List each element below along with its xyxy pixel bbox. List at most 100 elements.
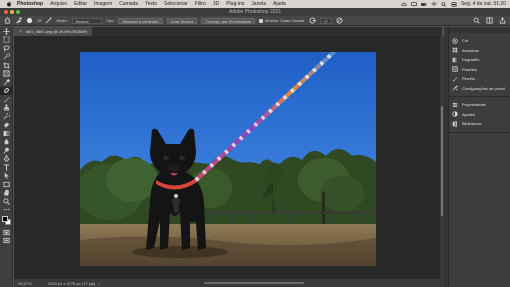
brushes-icon <box>452 76 458 82</box>
panel-group-1: Cor Amostras Degradês Padrões Pincéis Co… <box>449 33 510 97</box>
zoom-window-button[interactable] <box>16 10 20 14</box>
share-icon[interactable] <box>499 17 506 24</box>
mode-select[interactable]: Normal <box>71 17 102 24</box>
panel-swatches[interactable]: Amostras <box>449 46 510 56</box>
apple-logo-icon[interactable] <box>6 1 12 7</box>
menu-camada[interactable]: Camada <box>119 1 138 7</box>
menu-plugins[interactable]: Plug-ins <box>226 1 244 7</box>
tool-dodge[interactable] <box>0 146 13 155</box>
screen-mode-icon <box>3 238 10 244</box>
angle-field[interactable]: 0° <box>320 17 333 24</box>
sample-all-layers-checkbox[interactable] <box>258 18 263 23</box>
tool-lasso[interactable] <box>0 44 13 53</box>
tool-crop[interactable] <box>0 61 13 70</box>
tool-rectangle[interactable] <box>0 180 13 189</box>
pressure-size-icon[interactable] <box>336 17 343 24</box>
menu-filtro[interactable]: Filtro <box>195 1 206 7</box>
document-image[interactable] <box>80 52 376 266</box>
menu-janela[interactable]: Janela <box>251 1 266 7</box>
close-tab-icon[interactable]: × <box>19 29 22 35</box>
tool-eyedropper[interactable] <box>0 78 13 87</box>
menu-3d[interactable]: 3D <box>213 1 219 7</box>
panel-brush-settings[interactable]: Configurações de pincel <box>449 84 510 94</box>
tool-screen-mode[interactable] <box>0 237 13 246</box>
panel-adjustments[interactable]: Ajustes <box>449 110 510 120</box>
sample-all-layers-toggle[interactable]: Mostrar Todas Camad. <box>258 18 305 23</box>
status-info-arrow-icon[interactable]: › <box>98 281 99 286</box>
tool-gradient[interactable] <box>0 129 13 138</box>
tool-hand[interactable] <box>0 189 13 198</box>
tool-more[interactable] <box>0 206 13 215</box>
tool-history-brush[interactable] <box>0 112 13 121</box>
proximity-match-button[interactable]: Corresp. por Proximidade <box>201 17 255 24</box>
blur-icon <box>4 138 9 145</box>
type-icon <box>3 164 10 171</box>
tool-type[interactable] <box>0 163 13 172</box>
home-icon[interactable] <box>4 17 11 24</box>
tool-clone-stamp[interactable] <box>0 104 13 113</box>
panel-brushes[interactable]: Pincéis <box>449 74 510 84</box>
foreground-color-swatch[interactable] <box>2 216 8 222</box>
spotlight-search-icon[interactable] <box>441 1 447 7</box>
content-aware-button[interactable]: Sensível a conteúdo <box>118 17 163 24</box>
pen-icon <box>3 155 10 163</box>
create-texture-button[interactable]: Criar Textura <box>166 17 198 24</box>
minimize-window-button[interactable] <box>10 10 14 14</box>
type-label: Tipo: <box>105 18 115 23</box>
tool-quick-mask[interactable] <box>0 228 13 237</box>
adjustments-icon <box>452 111 458 117</box>
search-icon[interactable] <box>473 17 480 24</box>
battery-icon[interactable] <box>420 2 427 7</box>
quick-selection-icon <box>3 53 10 60</box>
window-controls <box>4 10 20 14</box>
menu-texto[interactable]: Texto <box>145 1 157 7</box>
tool-marquee[interactable] <box>0 36 13 45</box>
creative-cloud-icon[interactable] <box>401 2 407 7</box>
spot-healing-brush-icon[interactable] <box>15 17 22 24</box>
tool-blur[interactable] <box>0 138 13 147</box>
panel-properties[interactable]: Propriedades <box>449 100 510 110</box>
horizontal-scroll-thumb[interactable] <box>204 282 304 284</box>
app-menu-name[interactable]: Photoshop <box>17 1 43 7</box>
angle-icon <box>309 17 316 24</box>
menu-editar[interactable]: Editar <box>74 1 87 7</box>
menu-arquivo[interactable]: Arquivo <box>50 1 67 7</box>
zoom-level[interactable]: 29,47% <box>18 281 38 286</box>
close-window-button[interactable] <box>4 10 8 14</box>
right-panels: Cor Amostras Degradês Padrões Pincéis Co… <box>448 27 510 287</box>
tool-zoom[interactable] <box>0 197 13 206</box>
document-tab[interactable]: × IMG_0601.png @ 29,5% (RGB/8*) <box>14 27 93 36</box>
tool-frame[interactable] <box>0 70 13 79</box>
tool-quick-selection[interactable] <box>0 53 13 62</box>
workspace-icon[interactable] <box>486 17 493 24</box>
panel-color[interactable]: Cor <box>449 36 510 46</box>
menu-ajuda[interactable]: Ajuda <box>273 1 286 7</box>
canvas-area[interactable] <box>14 36 440 279</box>
brush-settings-panel-icon <box>452 85 458 91</box>
tool-eraser[interactable] <box>0 121 13 130</box>
brush-preset-icon[interactable] <box>26 17 33 24</box>
panel-gradients[interactable]: Degradês <box>449 55 510 65</box>
tool-path-selection[interactable] <box>0 172 13 181</box>
menu-selecionar[interactable]: Selecionar <box>164 1 188 7</box>
panel-patterns[interactable]: Padrões <box>449 65 510 75</box>
clone-stamp-icon <box>3 104 10 111</box>
menubar-clock[interactable]: Seg. 4 de out. 01:20 <box>461 1 506 7</box>
tool-brush[interactable] <box>0 95 13 104</box>
spot-healing-icon <box>4 88 9 94</box>
menu-imagem[interactable]: Imagem <box>94 1 112 7</box>
tool-move[interactable] <box>0 27 13 36</box>
status-menu-area: Seg. 4 de out. 01:20 <box>401 0 506 8</box>
tool-pen[interactable] <box>0 155 13 164</box>
tool-spot-healing[interactable] <box>0 86 13 95</box>
panel-brush-settings-label: Configurações de pincel <box>462 85 505 91</box>
document-info[interactable]: 2624 px x 3776 px (72 ppi) <box>48 281 95 286</box>
wifi-icon[interactable] <box>431 1 437 7</box>
brush-size-value[interactable]: 19 <box>37 18 41 23</box>
zoom-icon <box>3 198 10 205</box>
panel-libraries[interactable]: Bibliotecas <box>449 119 510 129</box>
display-icon[interactable] <box>411 1 417 7</box>
brush-settings-icon[interactable] <box>45 17 53 24</box>
control-center-icon[interactable] <box>451 1 457 7</box>
vertical-scroll-thumb[interactable] <box>441 106 443 216</box>
